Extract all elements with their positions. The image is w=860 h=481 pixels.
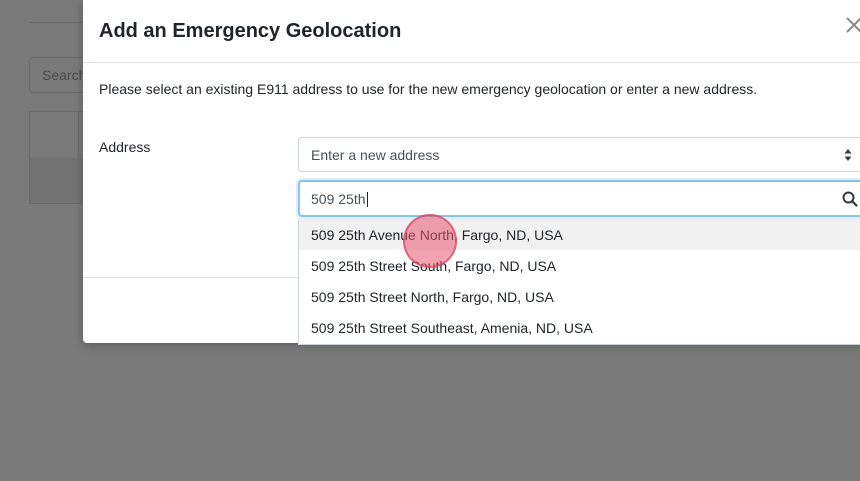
address-search-input[interactable]: 509 25th [298, 180, 860, 217]
address-label: Address [99, 139, 151, 155]
suggestion-item[interactable]: 509 25th Avenue North, Fargo, ND, USA [299, 219, 860, 250]
text-caret [366, 192, 368, 207]
background-table-column-divider [78, 112, 79, 158]
modal-intro-text: Please select an existing E911 address t… [99, 81, 758, 97]
modal-footer-divider [83, 277, 298, 278]
select-arrows-icon [844, 149, 852, 161]
close-button[interactable] [843, 14, 860, 38]
address-select[interactable]: Enter a new address [298, 137, 860, 172]
address-search-value: 509 25th [311, 191, 366, 207]
suggestion-item[interactable]: 509 25th Street South, Fargo, ND, USA [299, 250, 860, 281]
suggestion-item[interactable]: 509 25th Street Southeast, Amenia, ND, U… [299, 312, 860, 343]
suggestion-item[interactable]: 509 25th Street North, Fargo, ND, USA [299, 281, 860, 312]
close-icon [846, 17, 860, 33]
address-select-value: Enter a new address [311, 147, 440, 163]
add-geolocation-modal: Add an Emergency Geolocation Please sele… [83, 0, 860, 345]
modal-header: Add an Emergency Geolocation [83, 0, 860, 63]
address-suggestions-list: 509 25th Avenue North, Fargo, ND, USA 50… [298, 219, 860, 345]
modal-title: Add an Emergency Geolocation [99, 20, 402, 42]
search-icon[interactable] [842, 191, 858, 207]
background-divider [30, 22, 90, 23]
